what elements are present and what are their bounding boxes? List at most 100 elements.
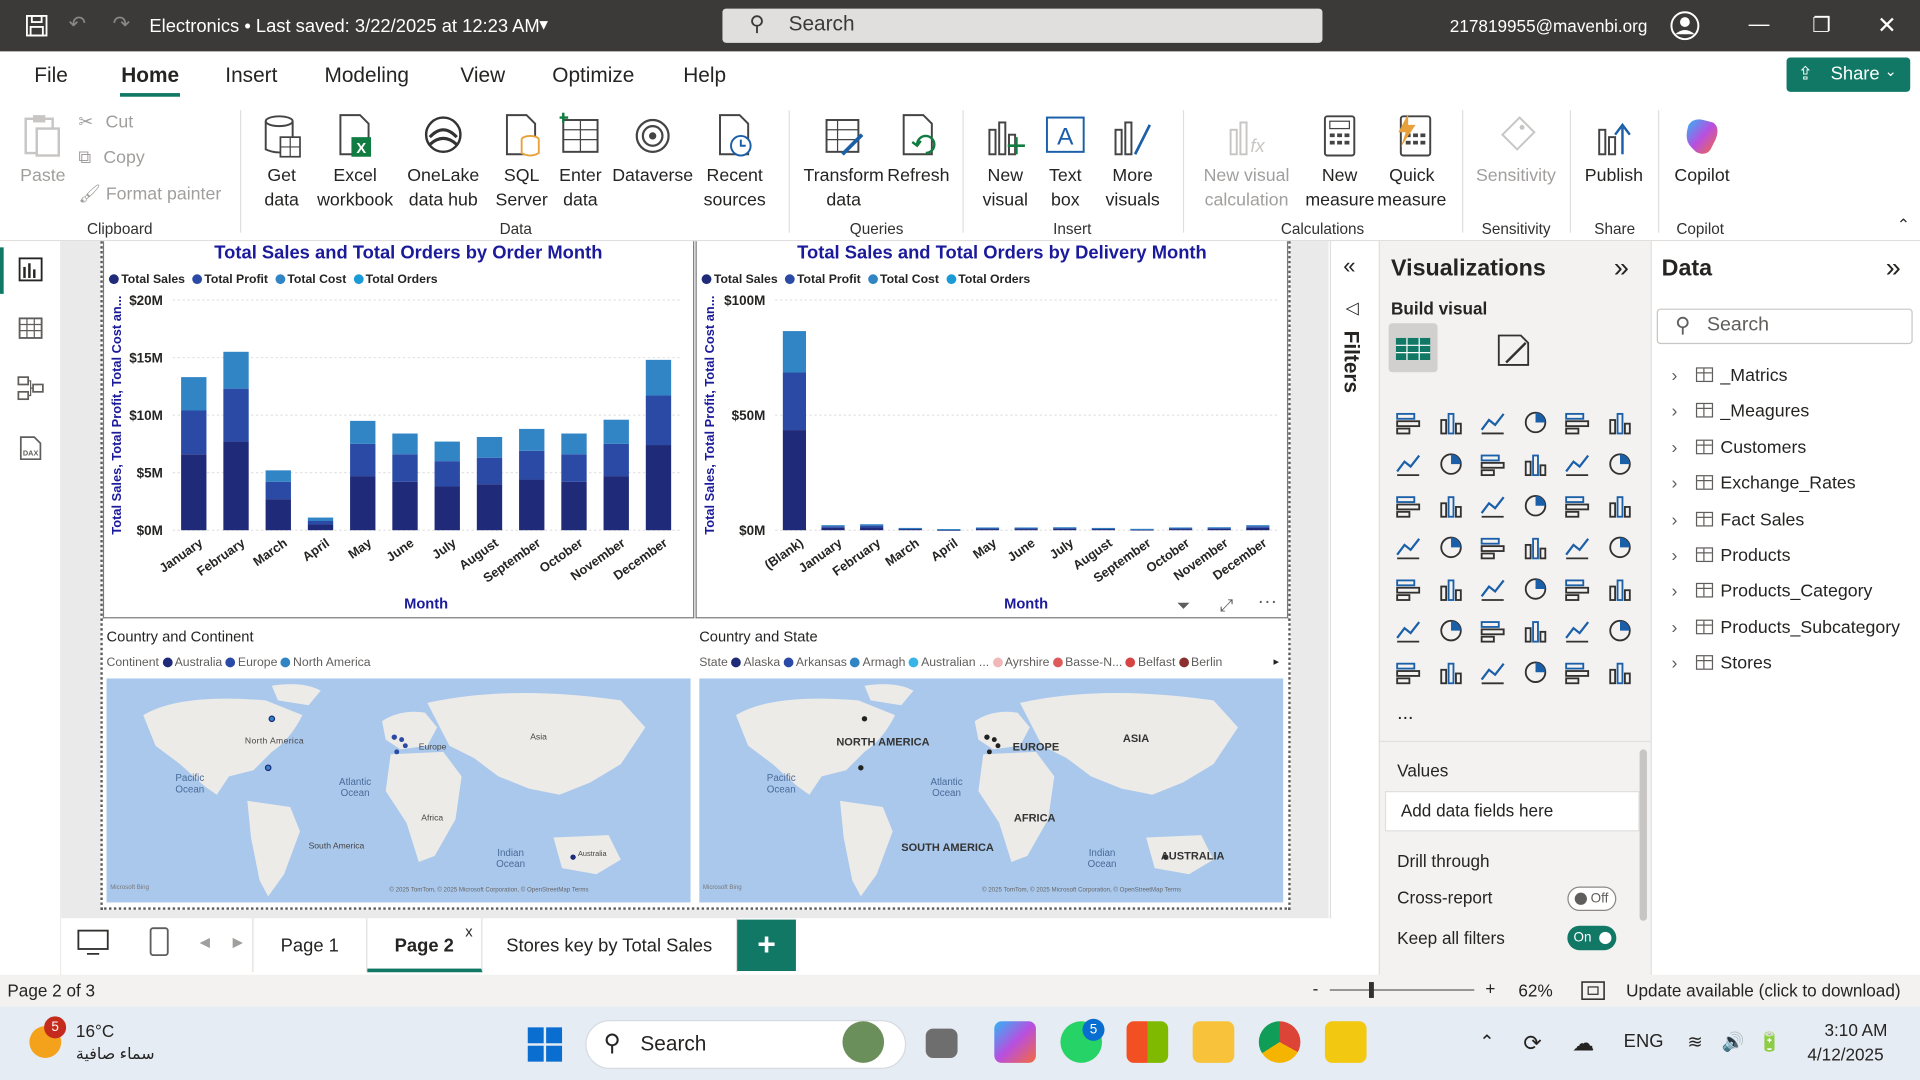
language-indicator[interactable]: ENG — [1624, 1031, 1664, 1052]
table-icon[interactable] — [1520, 574, 1549, 603]
filter-icon[interactable]: ⏷ — [1177, 595, 1191, 616]
data-table-item[interactable]: › Products_Subcategory — [1671, 618, 1900, 638]
chart-order-month[interactable]: Total Sales and Total Orders by Order Mo… — [102, 241, 695, 619]
report-view-icon[interactable] — [17, 256, 44, 283]
menu-modeling[interactable]: Modeling — [324, 64, 408, 88]
chrome-icon[interactable] — [1258, 1021, 1301, 1063]
filters-label[interactable]: Filters — [1338, 331, 1363, 393]
narrative-icon[interactable] — [1562, 616, 1591, 645]
zoom-slider-track[interactable] — [1329, 989, 1475, 991]
card-icon[interactable] — [1605, 533, 1634, 562]
menu-help[interactable]: Help — [683, 64, 726, 88]
chevron-right-icon[interactable]: › — [1671, 546, 1691, 566]
100-area-chart-icon[interactable] — [1520, 449, 1549, 478]
menu-file[interactable]: File — [34, 64, 68, 88]
diamond-visual-icon[interactable] — [1562, 658, 1591, 687]
data-table-item[interactable]: › Fact Sales — [1671, 510, 1804, 530]
chevron-right-icon[interactable]: › — [1671, 618, 1691, 638]
keep-all-filters-toggle[interactable]: On — [1567, 925, 1617, 951]
chart-delivery-month[interactable]: Total Sales and Total Orders by Delivery… — [695, 241, 1289, 619]
zoom-slider-thumb[interactable] — [1368, 982, 1374, 998]
save-icon[interactable] — [24, 13, 48, 44]
chevron-right-icon[interactable]: › — [1671, 402, 1691, 422]
file-explorer-icon[interactable] — [1192, 1021, 1235, 1063]
volume-icon[interactable]: 🔊 — [1722, 1031, 1745, 1053]
sensitivity-button[interactable]: Sensitivity — [1469, 113, 1562, 189]
expand-filters-icon[interactable]: « — [1343, 253, 1355, 279]
dax-query-view-icon[interactable]: DAX — [17, 435, 44, 462]
table-view-icon[interactable] — [17, 315, 44, 342]
refresh-button[interactable]: Refresh — [887, 113, 951, 189]
clustered-column-chart-icon[interactable] — [1520, 408, 1549, 437]
wifi-icon[interactable]: ≋ — [1687, 1031, 1702, 1053]
ribbon-chart-icon[interactable] — [1393, 491, 1422, 520]
chevron-visual-icon[interactable] — [1605, 658, 1634, 687]
close-page-icon[interactable]: x — [465, 923, 472, 940]
chevron-right-icon[interactable]: › — [1671, 510, 1691, 530]
more-visuals-ellipsis[interactable]: ... — [1397, 703, 1413, 725]
dataverse-button[interactable]: Dataverse — [610, 113, 696, 189]
page-tab-page-1[interactable]: Page 1 — [252, 918, 368, 973]
map-icon[interactable] — [1436, 533, 1465, 562]
chevron-right-icon[interactable]: › — [1671, 654, 1691, 674]
menu-optimize[interactable]: Optimize — [552, 64, 634, 88]
pie-chart-icon[interactable] — [1562, 491, 1591, 520]
more-options-icon[interactable]: ··· — [1258, 591, 1278, 613]
line-clustered-column-icon[interactable] — [1605, 449, 1634, 478]
slicer-icon[interactable] — [1478, 574, 1507, 603]
onedrive-icon[interactable]: ☁ — [1572, 1031, 1594, 1057]
collapse-visualizations-icon[interactable]: » — [1614, 252, 1629, 284]
build-visual-tab[interactable] — [1388, 323, 1438, 373]
power-apps-icon[interactable] — [1436, 658, 1465, 687]
mobile-layout-icon[interactable] — [148, 926, 170, 958]
new-measure-button[interactable]: New measure — [1305, 113, 1374, 213]
menu-insert[interactable]: Insert — [225, 64, 277, 88]
multi-row-card-icon[interactable] — [1393, 574, 1422, 603]
publish-button[interactable]: Publish — [1580, 113, 1649, 189]
get-data-button[interactable]: Get data — [250, 113, 314, 213]
excel-workbook-button[interactable]: X Excel workbook — [313, 113, 396, 213]
undo-icon[interactable]: ↶ — [69, 12, 86, 36]
map-country-state[interactable]: Country and State State Alaska Arkansas … — [695, 622, 1289, 907]
clock-time[interactable]: 3:10 AM — [1825, 1020, 1888, 1040]
enter-data-button[interactable]: Enter data — [553, 112, 607, 213]
data-table-item[interactable]: › Customers — [1671, 438, 1806, 458]
close-icon[interactable]: ✕ — [1877, 12, 1896, 40]
chevron-right-icon[interactable]: › — [1671, 438, 1691, 458]
power-automate-icon[interactable] — [1478, 658, 1507, 687]
legend-next-icon[interactable]: ▸ — [1273, 655, 1279, 668]
search-highlight-icon[interactable] — [842, 1021, 885, 1063]
new-visual-calculation-button[interactable]: fx New visual calculation — [1190, 113, 1303, 213]
clustered-bar-chart-icon[interactable] — [1478, 408, 1507, 437]
line-chart-icon[interactable] — [1393, 449, 1422, 478]
text-box-button[interactable]: A Text box — [1038, 113, 1092, 213]
focus-mode-icon[interactable]: ⤢ — [1220, 595, 1234, 616]
more-visuals-button[interactable]: More visuals — [1097, 113, 1168, 213]
map-country-continent[interactable]: Country and Continent Continent Australi… — [102, 622, 695, 907]
transform-data-button[interactable]: Transform data — [801, 113, 887, 213]
qna-icon[interactable] — [1520, 616, 1549, 645]
menu-home[interactable]: Home — [121, 64, 179, 88]
copilot-button[interactable]: Copilot — [1665, 113, 1738, 189]
paste-button[interactable]: Paste — [17, 113, 68, 189]
arcgis-icon[interactable] — [1520, 658, 1549, 687]
desktop-layout-icon[interactable] — [76, 928, 110, 957]
stacked-column-chart-icon[interactable] — [1436, 408, 1465, 437]
clock-date[interactable]: 4/12/2025 — [1807, 1044, 1883, 1064]
account-email[interactable]: 217819955@mavenbi.org — [1450, 16, 1648, 36]
format-painter-button[interactable]: 🖌 Format painter — [78, 184, 221, 205]
python-visual-icon[interactable] — [1393, 616, 1422, 645]
new-visual-button[interactable]: New visual — [977, 113, 1033, 213]
metrics-icon[interactable] — [1605, 616, 1634, 645]
waterfall-chart-icon[interactable] — [1436, 491, 1465, 520]
redo-icon[interactable]: ↷ — [113, 12, 130, 36]
collapse-ribbon-icon[interactable]: ⌃ — [1897, 216, 1910, 236]
donut-chart-icon[interactable] — [1605, 491, 1634, 520]
document-title[interactable]: Electronics • Last saved: 3/22/2025 at 1… — [149, 16, 539, 37]
data-table-item[interactable]: › _Meagures — [1671, 402, 1809, 422]
zoom-in-icon[interactable]: + — [1485, 978, 1495, 998]
chevron-right-icon[interactable]: › — [1671, 582, 1691, 602]
windows-start-icon[interactable] — [527, 1026, 564, 1063]
page-tab-page-2[interactable]: Page 2 x — [367, 918, 483, 973]
r-visual-icon[interactable] — [1605, 574, 1634, 603]
